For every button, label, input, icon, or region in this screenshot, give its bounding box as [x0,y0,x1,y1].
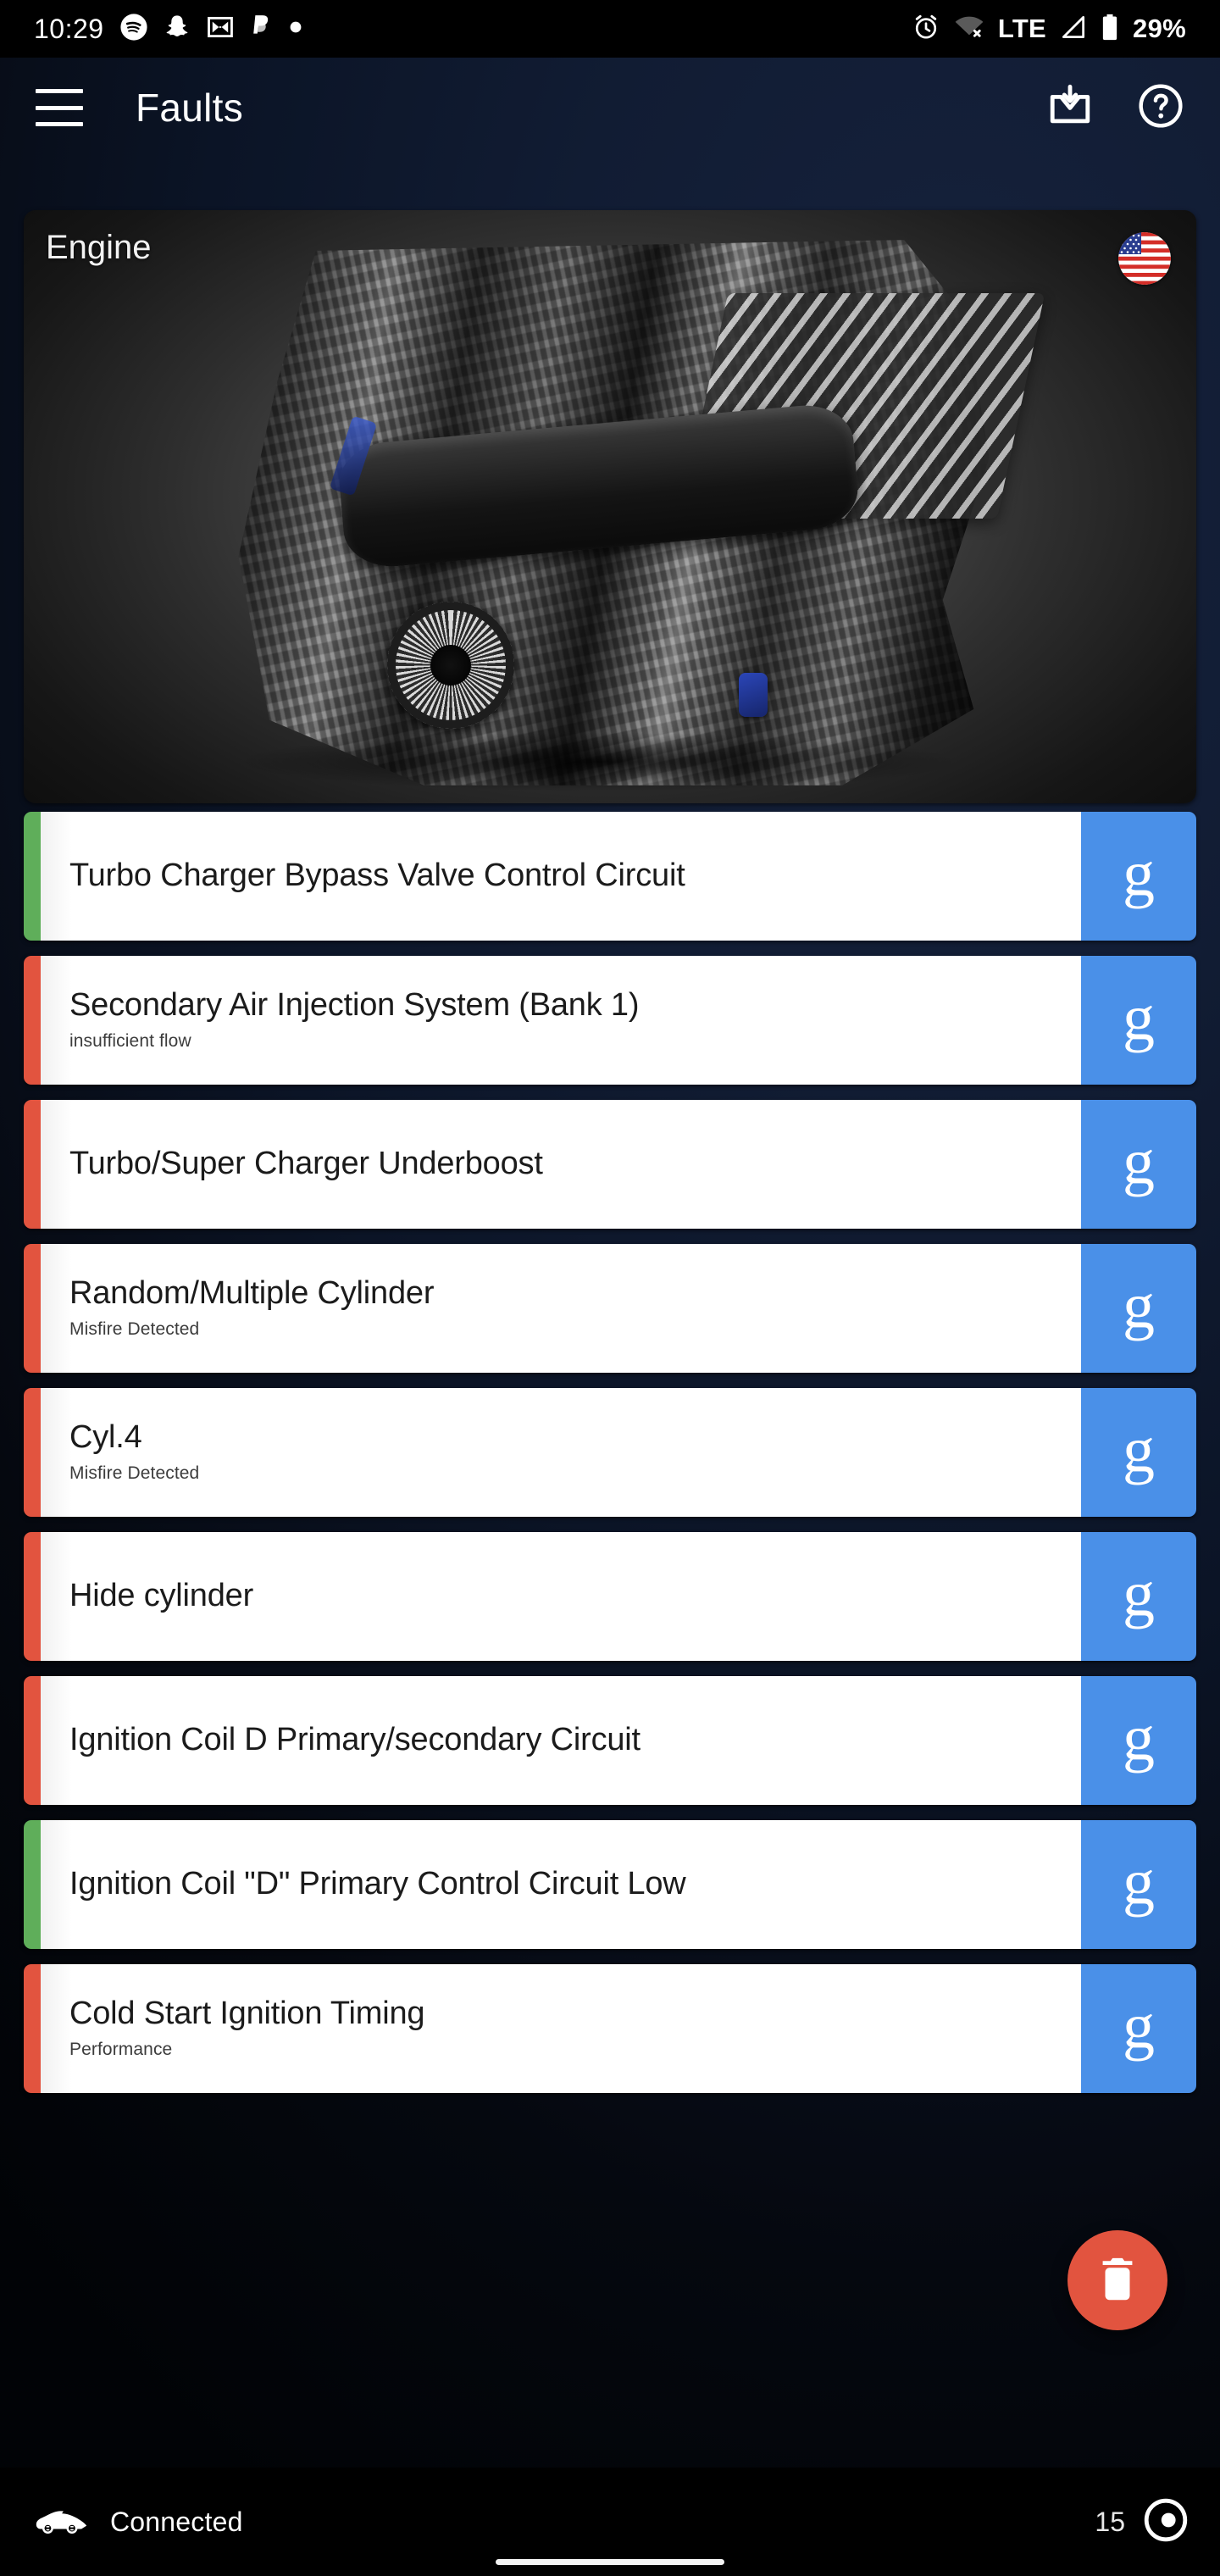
bottom-bar-right: 15 [1095,2498,1188,2546]
fault-text-area[interactable]: Secondary Air Injection System (Bank 1) i… [41,956,1081,1085]
google-g-icon: g [1123,1702,1155,1774]
spotify-icon [119,13,148,46]
google-g-icon: g [1123,1270,1155,1341]
gmail-icon [206,13,235,46]
system-nav-bar [0,2547,1220,2576]
network-type-label: LTE [997,14,1047,43]
fault-title: Ignition Coil "D" Primary Control Circui… [69,1866,686,1902]
us-flag-icon[interactable] [1118,232,1171,285]
alarm-icon [912,13,940,46]
google-g-icon: g [1123,982,1155,1053]
page-title: Faults [136,86,244,130]
paypal-icon [250,13,274,46]
fault-text-area[interactable]: Hide cylinder [41,1532,1081,1661]
fault-row[interactable]: Secondary Air Injection System (Bank 1) i… [24,956,1196,1085]
delete-fab-button[interactable] [1068,2230,1167,2330]
google-search-button[interactable]: g [1081,1388,1196,1517]
app-bar-actions [1045,81,1184,135]
fault-subtitle: Misfire Detected [69,1319,200,1339]
severity-indicator [24,1532,41,1661]
fault-text-area[interactable]: Cold Start Ignition Timing Performance [41,1964,1081,2093]
google-g-icon: g [1123,1126,1155,1197]
google-g-icon: g [1123,1558,1155,1629]
inbox-download-icon[interactable] [1045,81,1095,135]
status-bar: 10:29 LTE 29% [0,0,1220,58]
app-logo-icon[interactable] [1144,2498,1188,2546]
fault-subtitle: Misfire Detected [69,1463,200,1483]
fault-title: Turbo/Super Charger Underboost [69,1146,543,1182]
severity-indicator [24,1676,41,1805]
fault-text-area[interactable]: Turbo/Super Charger Underboost [41,1100,1081,1229]
fault-row[interactable]: Turbo Charger Bypass Valve Control Circu… [24,812,1196,941]
help-icon[interactable] [1137,82,1184,134]
connection-status-label: Connected [110,2506,243,2537]
google-g-icon: g [1123,1990,1155,2062]
google-search-button[interactable]: g [1081,812,1196,941]
hero-label: Engine [46,229,152,266]
fault-subtitle: Performance [69,2039,173,2059]
google-search-button[interactable]: g [1081,1964,1196,2093]
fault-row[interactable]: Hide cylinder g [24,1532,1196,1661]
severity-indicator [24,1964,41,2093]
status-bar-left: 10:29 [34,13,302,46]
severity-indicator [24,1100,41,1229]
fault-list: Turbo Charger Bypass Valve Control Circu… [24,812,1196,2108]
google-search-button[interactable]: g [1081,956,1196,1085]
wifi-off-icon [954,14,984,44]
severity-indicator [24,1244,41,1373]
app-screen: 10:29 LTE 29% Faults Engine Turbo Charge… [0,0,1220,2576]
google-search-button[interactable]: g [1081,1244,1196,1373]
delete-trash-icon [1095,2254,1140,2307]
google-g-icon: g [1123,1846,1155,1918]
battery-percent-label: 29% [1133,14,1186,43]
google-g-icon: g [1123,838,1155,909]
google-search-button[interactable]: g [1081,1820,1196,1949]
fault-title: Cyl.4 [69,1419,142,1456]
engine-photo [24,210,1196,803]
signal-icon [1060,14,1087,44]
fault-row[interactable]: Random/Multiple Cylinder Misfire Detected… [24,1244,1196,1373]
fault-title: Secondary Air Injection System (Bank 1) [69,987,640,1024]
app-bar: Faults [0,58,1220,158]
fault-row[interactable]: Cold Start Ignition Timing Performance g [24,1964,1196,2093]
google-search-button[interactable]: g [1081,1100,1196,1229]
fault-text-area[interactable]: Random/Multiple Cylinder Misfire Detected [41,1244,1081,1373]
severity-indicator [24,1820,41,1949]
home-indicator[interactable] [496,2558,724,2565]
status-bar-right: LTE 29% [912,13,1186,46]
severity-indicator [24,812,41,941]
fault-row[interactable]: Ignition Coil "D" Primary Control Circui… [24,1820,1196,1949]
google-search-button[interactable]: g [1081,1676,1196,1805]
connection-status: Connected [32,2505,243,2540]
engine-hero-card[interactable]: Engine [24,210,1196,803]
fault-row[interactable]: Cyl.4 Misfire Detected g [24,1388,1196,1517]
car-icon [32,2505,88,2540]
fault-title: Random/Multiple Cylinder [69,1275,435,1312]
fault-count-label: 15 [1095,2506,1125,2537]
severity-indicator [24,1388,41,1517]
fault-text-area[interactable]: Cyl.4 Misfire Detected [41,1388,1081,1517]
fault-text-area[interactable]: Ignition Coil D Primary/secondary Circui… [41,1676,1081,1805]
fault-row[interactable]: Ignition Coil D Primary/secondary Circui… [24,1676,1196,1805]
fault-text-area[interactable]: Ignition Coil "D" Primary Control Circui… [41,1820,1081,1949]
fault-title: Hide cylinder [69,1578,254,1614]
battery-icon [1101,14,1119,45]
severity-indicator [24,956,41,1085]
snapchat-icon [164,13,191,46]
hamburger-menu-icon[interactable] [36,89,83,126]
fault-subtitle: insufficient flow [69,1030,191,1051]
fault-title: Cold Start Ignition Timing [69,1996,425,2032]
fault-title: Ignition Coil D Primary/secondary Circui… [69,1722,640,1758]
fault-text-area[interactable]: Turbo Charger Bypass Valve Control Circu… [41,812,1081,941]
fault-row[interactable]: Turbo/Super Charger Underboost g [24,1100,1196,1229]
dot-icon [289,20,302,38]
google-search-button[interactable]: g [1081,1532,1196,1661]
status-bar-clock: 10:29 [34,13,104,44]
google-g-icon: g [1123,1414,1155,1485]
fault-title: Turbo Charger Bypass Valve Control Circu… [69,858,685,894]
